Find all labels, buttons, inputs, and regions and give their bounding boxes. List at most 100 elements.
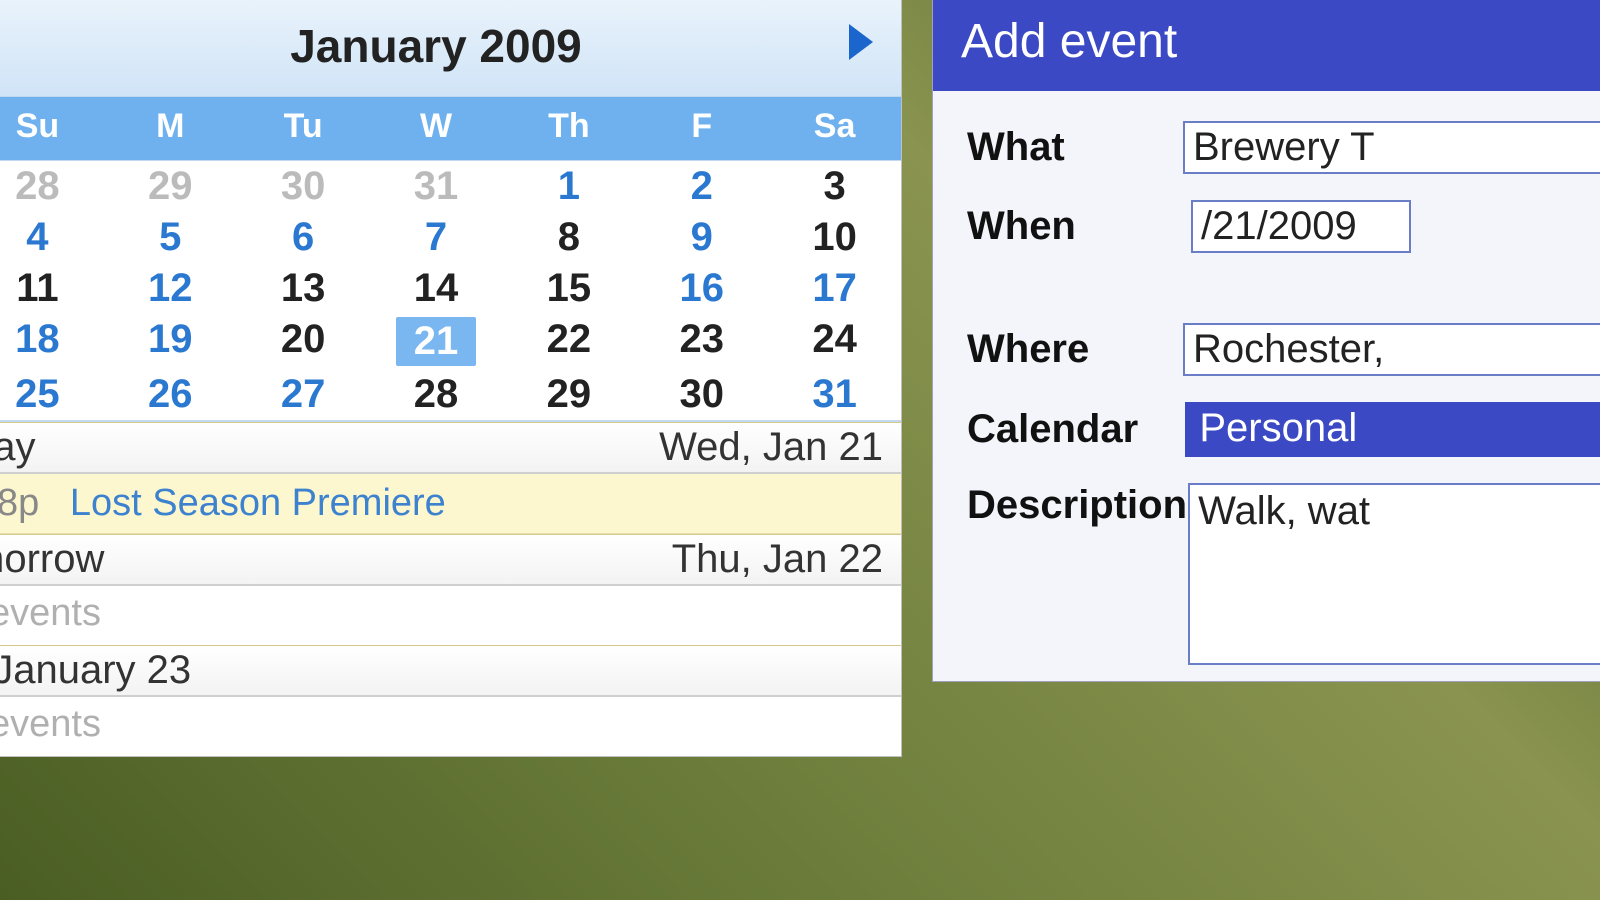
day-cell[interactable]: 17 bbox=[768, 263, 901, 314]
add-event-title: Add event bbox=[933, 0, 1600, 91]
calendar-grid: 2829303112345678910111213141516171819202… bbox=[0, 161, 901, 420]
day-cell[interactable]: 2 bbox=[635, 161, 768, 212]
agenda-event-time: 8p bbox=[0, 482, 39, 524]
day-cell[interactable]: 14 bbox=[370, 263, 503, 314]
dow-th: Th bbox=[502, 97, 635, 161]
calendar-week-row: 18 19 20 21 22 23 24 bbox=[0, 314, 901, 369]
where-input[interactable] bbox=[1183, 323, 1600, 376]
day-cell[interactable]: 12 bbox=[104, 263, 237, 314]
dow-sa: Sa bbox=[768, 97, 901, 161]
day-cell[interactable]: 16 bbox=[635, 263, 768, 314]
day-number: 6 bbox=[292, 215, 314, 259]
day-cell[interactable]: 1 bbox=[502, 161, 635, 212]
day-cell[interactable]: 24 bbox=[768, 314, 901, 369]
day-number: 28 bbox=[414, 372, 459, 416]
day-cell[interactable]: 22 bbox=[502, 314, 635, 369]
day-number: 2 bbox=[691, 164, 713, 208]
day-cell[interactable]: 29 bbox=[502, 369, 635, 420]
calendar-panel: January 2009 Su M Tu W Th F Sa 282930311… bbox=[0, 0, 902, 757]
day-number: 30 bbox=[679, 372, 724, 416]
day-cell[interactable]: 21 bbox=[370, 314, 503, 369]
day-cell[interactable]: 13 bbox=[237, 263, 370, 314]
calendar-week-row: 11 12 13 14 15 16 17 bbox=[0, 263, 901, 314]
day-cell[interactable]: 19 bbox=[104, 314, 237, 369]
agenda-fri-empty: events bbox=[0, 697, 901, 756]
agenda-tomorrow-label: morrow bbox=[0, 537, 104, 582]
day-number: 31 bbox=[414, 164, 459, 208]
where-label: Where bbox=[967, 327, 1183, 372]
dow-f: F bbox=[635, 97, 768, 161]
day-number: 24 bbox=[812, 317, 857, 361]
calendar-week-row: 4 5 6 7 8910 bbox=[0, 212, 901, 263]
dow-w: W bbox=[370, 97, 503, 161]
when-label: When bbox=[967, 204, 1191, 249]
agenda-today-label: day bbox=[0, 425, 36, 470]
description-input[interactable] bbox=[1188, 483, 1600, 665]
agenda-event-title: Lost Season Premiere bbox=[70, 482, 446, 524]
day-cell[interactable]: 20 bbox=[237, 314, 370, 369]
calendar-header: January 2009 bbox=[0, 0, 901, 97]
day-number: 17 bbox=[812, 266, 857, 310]
day-cell[interactable]: 5 bbox=[104, 212, 237, 263]
day-cell[interactable]: 23 bbox=[635, 314, 768, 369]
calendar-label: Calendar bbox=[967, 407, 1185, 452]
day-cell[interactable]: 28 bbox=[0, 161, 104, 212]
add-event-panel: Add event What When Where Calendar Perso… bbox=[932, 0, 1600, 682]
day-number: 12 bbox=[148, 266, 193, 310]
calendar-select[interactable]: Personal bbox=[1185, 402, 1600, 457]
day-number: 15 bbox=[547, 266, 592, 310]
dow-su: Su bbox=[0, 97, 104, 161]
day-cell[interactable]: 10 bbox=[768, 212, 901, 263]
day-cell[interactable]: 31 bbox=[370, 161, 503, 212]
next-month-arrow-icon[interactable] bbox=[849, 24, 873, 60]
day-number: 19 bbox=[148, 317, 193, 361]
day-number: 20 bbox=[281, 317, 326, 361]
agenda-today-event[interactable]: 8p Lost Season Premiere bbox=[0, 474, 901, 534]
agenda-fri-header: , January 23 bbox=[0, 645, 901, 697]
day-cell[interactable]: 7 bbox=[370, 212, 503, 263]
day-cell[interactable]: 15 bbox=[502, 263, 635, 314]
agenda-tomorrow-date: Thu, Jan 22 bbox=[672, 537, 883, 582]
agenda-tomorrow-empty: events bbox=[0, 586, 901, 645]
day-number: 29 bbox=[547, 372, 592, 416]
day-number: 7 bbox=[425, 215, 447, 259]
day-cell[interactable]: 6 bbox=[237, 212, 370, 263]
day-cell[interactable]: 27 bbox=[237, 369, 370, 420]
day-cell[interactable]: 8 bbox=[502, 212, 635, 263]
day-number: 16 bbox=[679, 266, 724, 310]
day-cell[interactable]: 9 bbox=[635, 212, 768, 263]
day-cell[interactable]: 30 bbox=[635, 369, 768, 420]
day-number: 14 bbox=[414, 266, 459, 310]
calendar-week-row: 25 26 27 28 29 30 31 bbox=[0, 369, 901, 420]
description-label: Description bbox=[967, 483, 1188, 528]
calendar-week-row: 282930 31 1 2 3 bbox=[0, 161, 901, 212]
day-number: 25 bbox=[15, 372, 60, 416]
day-cell[interactable]: 25 bbox=[0, 369, 104, 420]
dow-m: M bbox=[104, 97, 237, 161]
agenda-today-date: Wed, Jan 21 bbox=[659, 425, 883, 470]
day-number: 1 bbox=[558, 164, 580, 208]
what-input[interactable] bbox=[1183, 121, 1600, 174]
day-cell[interactable]: 31 bbox=[768, 369, 901, 420]
day-number: 21 bbox=[396, 317, 477, 366]
day-cell[interactable]: 11 bbox=[0, 263, 104, 314]
what-label: What bbox=[967, 125, 1183, 170]
day-cell[interactable]: 29 bbox=[104, 161, 237, 212]
day-number: 22 bbox=[547, 317, 592, 361]
day-cell[interactable]: 3 bbox=[768, 161, 901, 212]
when-input[interactable] bbox=[1191, 200, 1411, 253]
day-cell[interactable]: 30 bbox=[237, 161, 370, 212]
day-of-week-header: Su M Tu W Th F Sa bbox=[0, 97, 901, 161]
day-cell[interactable]: 28 bbox=[370, 369, 503, 420]
day-number: 13 bbox=[281, 266, 326, 310]
day-number: 27 bbox=[281, 372, 326, 416]
agenda-fri-label: , January 23 bbox=[0, 648, 191, 693]
day-number: 4 bbox=[26, 215, 48, 259]
dow-tu: Tu bbox=[237, 97, 370, 161]
day-cell[interactable]: 4 bbox=[0, 212, 104, 263]
agenda-tomorrow-header: morrow Thu, Jan 22 bbox=[0, 534, 901, 586]
day-cell[interactable]: 18 bbox=[0, 314, 104, 369]
day-number: 11 bbox=[16, 266, 58, 310]
day-number: 5 bbox=[159, 215, 181, 259]
day-cell[interactable]: 26 bbox=[104, 369, 237, 420]
